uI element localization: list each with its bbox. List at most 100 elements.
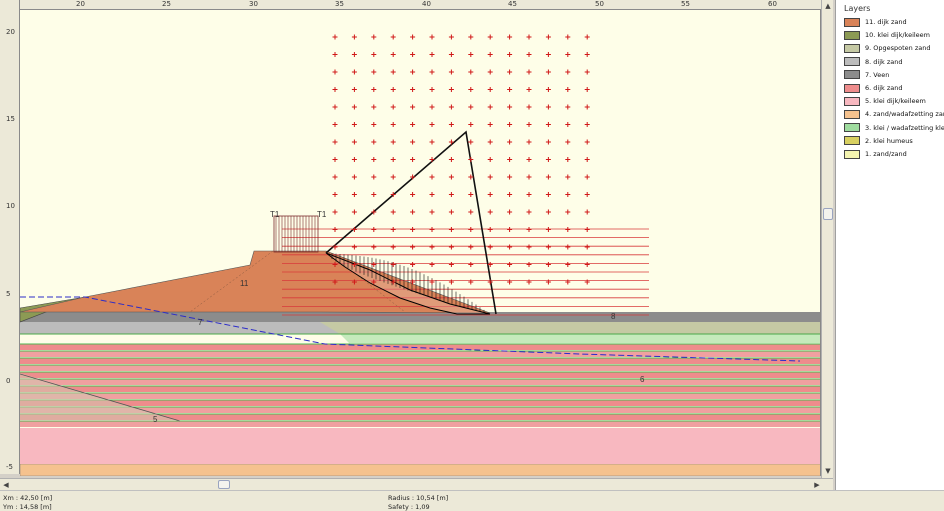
grid-point[interactable] xyxy=(468,244,474,250)
grid-point[interactable] xyxy=(448,87,454,92)
grid-point[interactable] xyxy=(448,122,454,127)
grid-point[interactable] xyxy=(487,87,493,92)
grid-point[interactable] xyxy=(390,227,396,232)
grid-point[interactable] xyxy=(332,52,338,57)
grid-point[interactable] xyxy=(351,157,357,162)
layer-item[interactable]: 5. klei dijk/keileem xyxy=(844,95,926,107)
grid-point[interactable] xyxy=(371,104,377,110)
grid-point[interactable] xyxy=(410,87,416,92)
grid-point[interactable] xyxy=(526,104,532,110)
layer-item[interactable]: 4. zand/wadafzetting zarw xyxy=(844,108,944,120)
grid-point[interactable] xyxy=(468,209,474,215)
grid-point[interactable] xyxy=(468,139,474,145)
grid-point[interactable] xyxy=(371,122,377,127)
grid-point[interactable] xyxy=(410,227,416,232)
grid-point[interactable] xyxy=(332,209,338,215)
grid-point[interactable] xyxy=(429,69,435,75)
grid-point[interactable] xyxy=(545,157,551,162)
grid-point[interactable] xyxy=(410,104,416,110)
grid-point[interactable] xyxy=(507,262,513,267)
grid-point[interactable] xyxy=(448,244,454,250)
grid-point[interactable] xyxy=(448,34,454,40)
grid-point[interactable] xyxy=(468,34,474,40)
grid-point[interactable] xyxy=(468,52,474,57)
grid-point[interactable] xyxy=(565,227,571,232)
scroll-down-icon[interactable]: ▼ xyxy=(823,466,833,476)
grid-point[interactable] xyxy=(448,52,454,57)
grid-point[interactable] xyxy=(332,34,338,40)
grid-point[interactable] xyxy=(448,69,454,75)
grid-point[interactable] xyxy=(545,192,551,197)
grid-point[interactable] xyxy=(565,139,571,145)
grid-point[interactable] xyxy=(507,227,513,232)
grid-point[interactable] xyxy=(351,139,357,145)
grid-point[interactable] xyxy=(487,104,493,110)
grid-point[interactable] xyxy=(487,227,493,232)
grid-point[interactable] xyxy=(371,174,377,180)
grid-point[interactable] xyxy=(371,157,377,162)
grid-point[interactable] xyxy=(507,192,513,197)
grid-point[interactable] xyxy=(526,262,532,267)
grid-point[interactable] xyxy=(332,244,338,250)
grid-point[interactable] xyxy=(545,52,551,57)
grid-point[interactable] xyxy=(487,209,493,215)
grid-point[interactable] xyxy=(526,192,532,197)
grid-point[interactable] xyxy=(565,262,571,267)
grid-point[interactable] xyxy=(526,52,532,57)
grid-point[interactable] xyxy=(545,34,551,40)
grid-point[interactable] xyxy=(526,69,532,75)
slip-circle-grid[interactable] xyxy=(332,34,590,285)
scroll-right-icon[interactable]: ▶ xyxy=(812,480,822,490)
grid-point[interactable] xyxy=(429,34,435,40)
grid-point[interactable] xyxy=(351,52,357,57)
grid-point[interactable] xyxy=(487,244,493,250)
grid-point[interactable] xyxy=(448,104,454,110)
grid-point[interactable] xyxy=(390,104,396,110)
grid-point[interactable] xyxy=(448,157,454,162)
grid-point[interactable] xyxy=(565,192,571,197)
grid-point[interactable] xyxy=(429,174,435,180)
layer-item[interactable]: 11. dijk zand xyxy=(844,16,907,28)
grid-point[interactable] xyxy=(371,244,377,250)
vertical-scroll-thumb[interactable] xyxy=(823,208,833,220)
vertical-scrollbar[interactable]: ▲ ▼ xyxy=(821,0,833,478)
grid-point[interactable] xyxy=(584,157,590,162)
grid-point[interactable] xyxy=(584,34,590,40)
grid-point[interactable] xyxy=(429,227,435,232)
grid-point[interactable] xyxy=(448,192,454,197)
traffic-load[interactable] xyxy=(273,215,319,253)
grid-point[interactable] xyxy=(410,122,416,127)
grid-point[interactable] xyxy=(507,209,513,215)
grid-point[interactable] xyxy=(410,157,416,162)
grid-point[interactable] xyxy=(565,244,571,250)
grid-point[interactable] xyxy=(351,209,357,215)
grid-point[interactable] xyxy=(332,174,338,180)
grid-point[interactable] xyxy=(468,157,474,162)
grid-point[interactable] xyxy=(332,104,338,110)
grid-point[interactable] xyxy=(507,87,513,92)
grid-point[interactable] xyxy=(332,139,338,145)
grid-point[interactable] xyxy=(351,244,357,250)
grid-point[interactable] xyxy=(526,139,532,145)
grid-point[interactable] xyxy=(390,139,396,145)
grid-point[interactable] xyxy=(351,34,357,40)
grid-point[interactable] xyxy=(526,209,532,215)
grid-point[interactable] xyxy=(390,52,396,57)
layer-item[interactable]: 9. Opgespoten zand xyxy=(844,42,931,54)
grid-point[interactable] xyxy=(351,104,357,110)
grid-point[interactable] xyxy=(526,87,532,92)
grid-point[interactable] xyxy=(584,174,590,180)
grid-point[interactable] xyxy=(565,104,571,110)
grid-point[interactable] xyxy=(371,52,377,57)
grid-point[interactable] xyxy=(487,34,493,40)
grid-point[interactable] xyxy=(545,209,551,215)
grid-point[interactable] xyxy=(448,262,454,267)
grid-point[interactable] xyxy=(371,34,377,40)
grid-point[interactable] xyxy=(526,227,532,232)
grid-point[interactable] xyxy=(351,69,357,75)
layer-item[interactable]: 2. klei humeus xyxy=(844,135,913,147)
grid-point[interactable] xyxy=(468,87,474,92)
horizontal-scrollbar[interactable]: ◀ ▶ xyxy=(0,478,833,490)
layer-item[interactable]: 10. klei dijk/keileem xyxy=(844,29,930,41)
grid-point[interactable] xyxy=(526,244,532,250)
